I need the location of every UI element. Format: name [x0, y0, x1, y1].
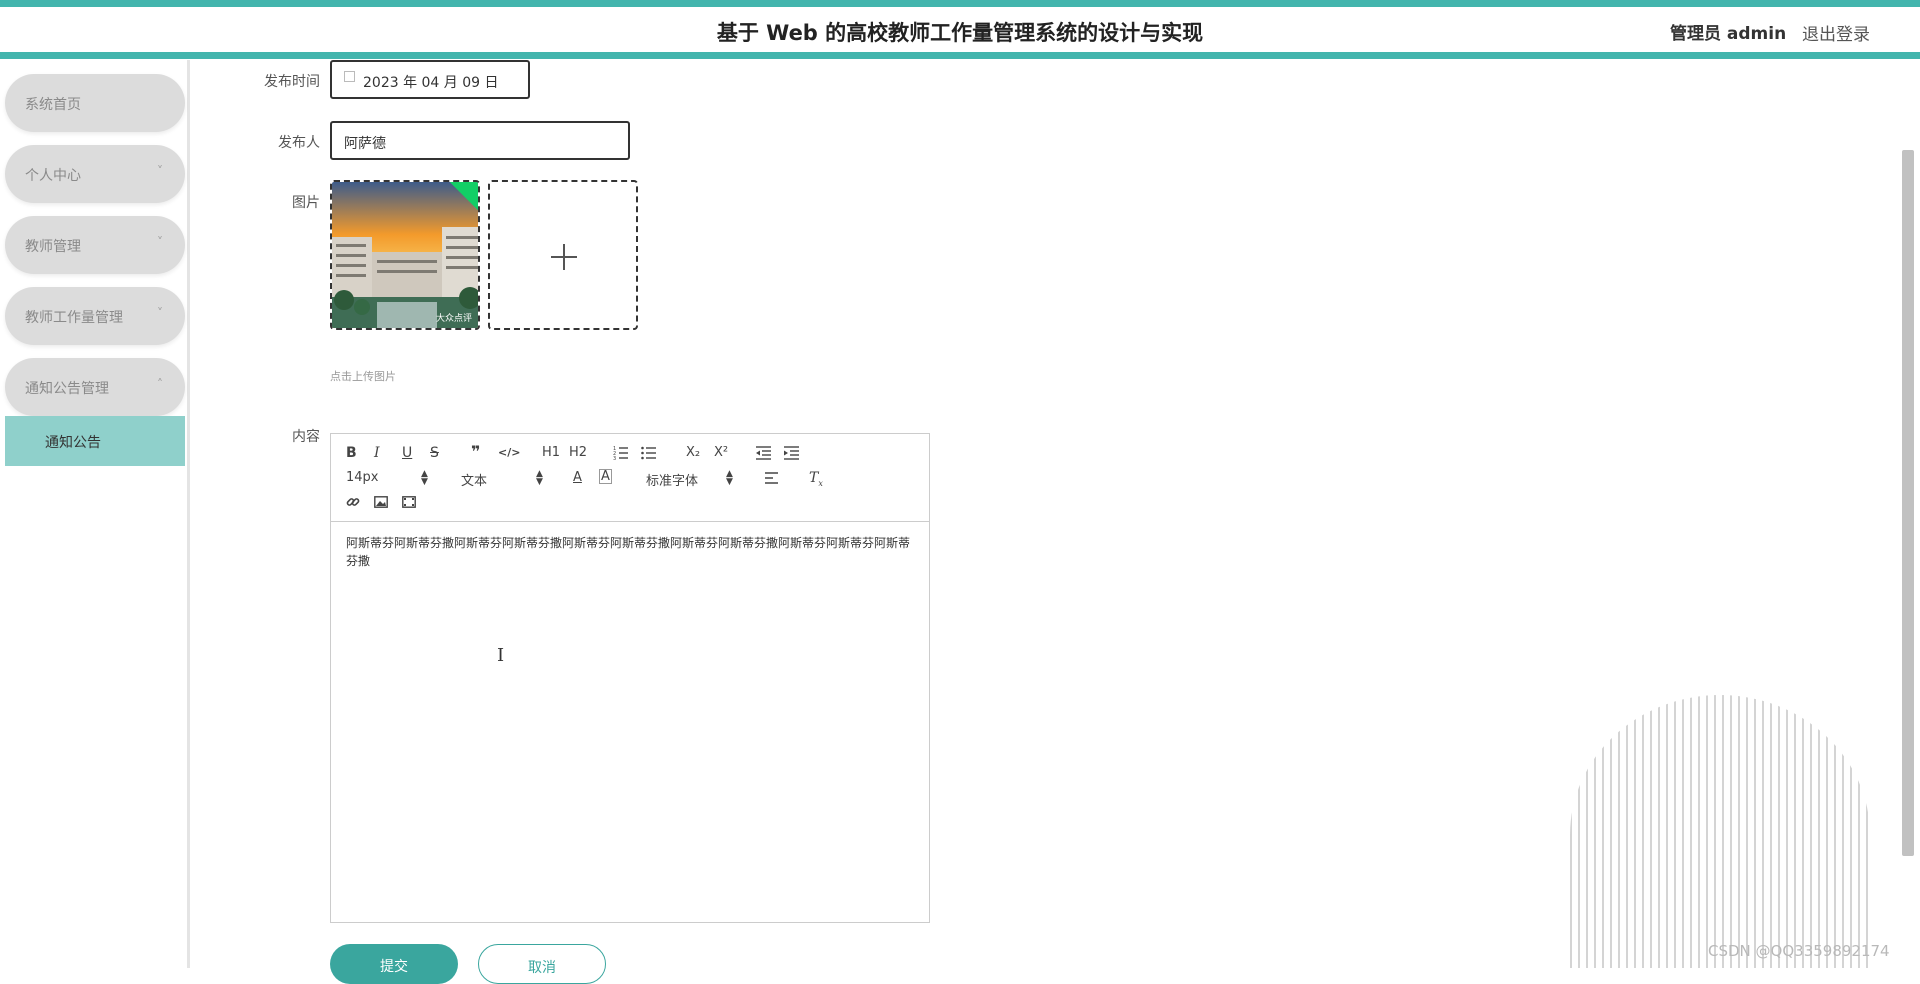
sidebar-item-personal-center[interactable]: 个人中心 ˅: [5, 145, 185, 203]
sidebar-item-notice-management[interactable]: 通知公告管理 ˄: [5, 358, 185, 416]
font-family-value: 标准字体: [646, 474, 699, 489]
header-select[interactable]: 文本 ▲ ▼: [461, 469, 546, 490]
sidebar-item-teacher-management[interactable]: 教师管理 ˅: [5, 216, 185, 274]
header-select-value: 文本: [461, 474, 488, 489]
decorative-stripes: [1570, 695, 1870, 968]
strike-button[interactable]: S: [430, 444, 439, 462]
sidebar-subitem-notice[interactable]: 通知公告: [5, 416, 185, 466]
sidebar: 系统首页 个人中心 ˅ 教师管理 ˅ 教师工作量管理 ˅ 通知公告管理 ˄ 通知…: [0, 60, 190, 968]
font-family-select[interactable]: 标准字体 ▲ ▼: [646, 469, 736, 490]
image-icon[interactable]: [374, 496, 388, 508]
h1-button[interactable]: H1: [542, 444, 560, 462]
page-title: 基于 Web 的高校教师工作量管理系统的设计与实现: [716, 21, 1204, 45]
indent-icon[interactable]: [784, 446, 800, 460]
current-user: 管理员 admin: [1670, 24, 1787, 44]
link-icon[interactable]: [346, 495, 360, 509]
header-bottom-stripe: [0, 52, 1920, 59]
sidebar-item-label: 系统首页: [25, 97, 81, 113]
bullet-list-icon[interactable]: [641, 446, 657, 460]
content-label: 内容: [292, 429, 320, 445]
sidebar-item-label: 通知公告管理: [25, 381, 109, 397]
scrollbar-thumb[interactable]: [1902, 150, 1914, 856]
font-size-value: 14px: [346, 470, 379, 485]
submit-button[interactable]: 提交: [330, 944, 458, 984]
editor-toolbar: B I U S ❞ </> H1 H2 123 X₂ X² 14px ▲ ▼ 文…: [331, 434, 929, 522]
upload-hint: 点击上传图片: [330, 370, 396, 383]
header-top-stripe: [0, 0, 1920, 7]
ordered-list-icon[interactable]: 123: [613, 446, 629, 460]
csdn-watermark: CSDN @QQ3359892174: [1708, 942, 1890, 960]
select-arrows-icon: ▲ ▼: [421, 469, 428, 487]
select-arrows-icon: ▲ ▼: [536, 469, 543, 487]
background-color-icon[interactable]: A: [599, 469, 612, 484]
upload-image-button[interactable]: [488, 180, 638, 330]
code-button[interactable]: </>: [498, 444, 520, 462]
blockquote-button[interactable]: ❞: [471, 443, 480, 461]
italic-button[interactable]: I: [374, 444, 380, 462]
align-icon[interactable]: [765, 472, 779, 484]
chevron-down-icon: ˅: [157, 306, 163, 320]
plus-icon-vertical: [563, 244, 565, 270]
clean-format-icon[interactable]: Tx: [809, 469, 823, 493]
logout-link[interactable]: 退出登录: [1802, 20, 1870, 45]
uploaded-image-thumbnail[interactable]: 大众点评: [330, 180, 480, 330]
publish-time-picker[interactable]: 2023 年 04 月 09 日: [330, 60, 530, 99]
video-icon[interactable]: [402, 496, 416, 508]
outdent-icon[interactable]: [756, 446, 772, 460]
publish-time-label: 发布时间: [264, 74, 320, 90]
subscript-button[interactable]: X₂: [686, 444, 700, 462]
sidebar-item-workload-management[interactable]: 教师工作量管理 ˅: [5, 287, 185, 345]
sidebar-item-label: 教师管理: [25, 239, 81, 255]
font-color-icon[interactable]: A: [573, 469, 582, 487]
sidebar-item-label: 教师工作量管理: [25, 310, 123, 326]
publisher-input[interactable]: 阿萨德: [330, 121, 630, 160]
text-cursor-icon: I: [497, 645, 505, 666]
publisher-label: 发布人: [278, 135, 320, 151]
campus-photo: [332, 182, 478, 328]
sidebar-item-label: 个人中心: [25, 168, 81, 184]
underline-button[interactable]: U: [402, 444, 412, 462]
chevron-down-icon: ˅: [157, 235, 163, 249]
h2-button[interactable]: H2: [569, 444, 587, 462]
editor-content[interactable]: 阿斯蒂芬阿斯蒂芬撒阿斯蒂芬阿斯蒂芬撒阿斯蒂芬阿斯蒂芬撒阿斯蒂芬阿斯蒂芬撒阿斯蒂芬…: [346, 534, 916, 570]
chevron-down-icon: ˅: [157, 164, 163, 178]
chevron-up-icon: ˄: [157, 377, 163, 391]
sidebar-subitem-label: 通知公告: [45, 435, 101, 451]
publish-time-value: 2023 年 04 月 09 日: [363, 75, 499, 91]
font-size-select[interactable]: 14px ▲ ▼: [346, 469, 431, 487]
image-label: 图片: [292, 195, 320, 211]
bold-button[interactable]: B: [346, 444, 357, 462]
sidebar-item-home[interactable]: 系统首页: [5, 74, 185, 132]
superscript-button[interactable]: X²: [714, 444, 728, 462]
calendar-icon: [344, 71, 355, 82]
header: 基于 Web 的高校教师工作量管理系统的设计与实现 管理员 admin 退出登录: [0, 0, 1920, 60]
select-arrows-icon: ▲ ▼: [726, 469, 733, 487]
cancel-button[interactable]: 取消: [478, 944, 606, 984]
image-watermark: 大众点评: [435, 314, 472, 324]
svg-text:3: 3: [613, 456, 616, 460]
rich-text-editor: B I U S ❞ </> H1 H2 123 X₂ X² 14px ▲ ▼ 文…: [330, 433, 930, 923]
